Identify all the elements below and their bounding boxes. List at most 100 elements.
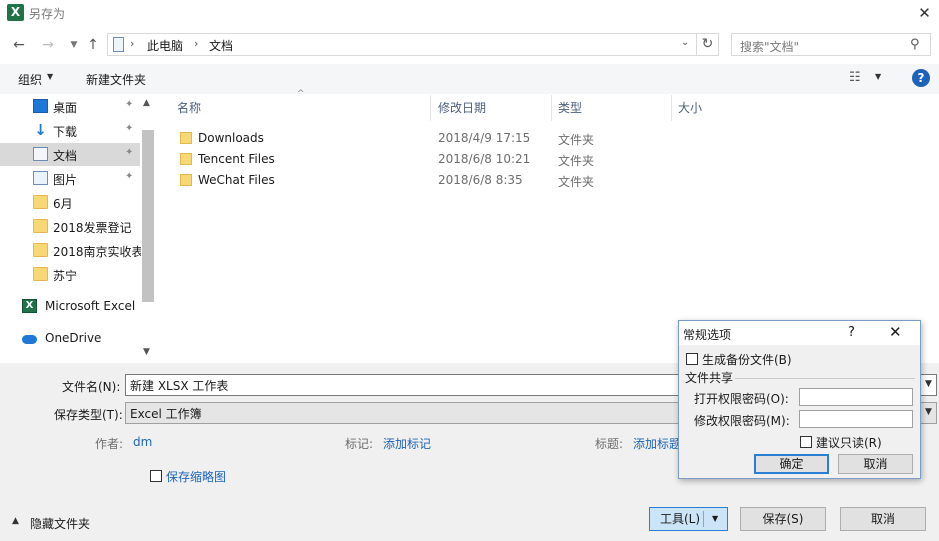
nav-item-folder-suning[interactable]: 苏宁 [0, 263, 140, 286]
title-bar: X 另存为 ✕ [0, 0, 939, 26]
close-icon[interactable]: ✕ [889, 323, 902, 341]
chevron-down-icon[interactable]: ▼ [925, 379, 932, 389]
nav-item-onedrive[interactable]: OneDrive [0, 327, 140, 350]
chevron-down-icon[interactable]: ▼ [925, 407, 932, 417]
recent-locations-chevron-icon[interactable]: ▼ [64, 35, 84, 55]
modify-password-input[interactable] [799, 410, 913, 428]
open-password-input[interactable] [799, 388, 913, 406]
folder-icon [180, 153, 192, 165]
nav-item-label: OneDrive [45, 331, 102, 345]
save-type-label: 保存类型(T): [54, 408, 123, 422]
help-icon[interactable]: ? [912, 69, 930, 87]
chevron-down-icon: ▼ [875, 72, 882, 81]
nav-item-pictures[interactable]: 图片 ✦ [0, 167, 140, 190]
file-sharing-group-label: 文件共享 [685, 371, 734, 385]
modify-password-label: 修改权限密码(M): [694, 414, 790, 428]
group-divider [735, 378, 915, 379]
cancel-button[interactable]: 取消 [840, 507, 926, 531]
breadcrumb-this-pc[interactable]: 此电脑 [147, 37, 183, 54]
read-only-recommended-checkbox[interactable] [800, 436, 812, 448]
read-only-recommended-label[interactable]: 建议只读(R) [816, 434, 882, 451]
general-options-dialog: 常规选项 ? ✕ 生成备份文件(B) 文件共享 打开权限密码(O): 修改权限密… [678, 320, 921, 479]
tools-button-label: 工具(L) [660, 512, 701, 526]
scrollbar-thumb[interactable] [142, 130, 154, 302]
scroll-up-arrow-icon[interactable]: ▲ [143, 98, 150, 108]
hide-folders-button[interactable]: 隐藏文件夹 [30, 515, 90, 532]
nav-item-folder-june[interactable]: 6月 [0, 191, 140, 214]
nav-item-documents[interactable]: 文档 ✦ [0, 143, 140, 166]
file-type: 文件夹 [558, 154, 595, 168]
tags-field[interactable]: 添加标记 [383, 435, 431, 452]
nav-item-folder-nanjing[interactable]: 2018南京实收表 [0, 239, 141, 262]
file-name: WeChat Files [198, 173, 275, 187]
organize-button[interactable]: 组织 [18, 71, 42, 88]
column-header-size[interactable]: 大小 [678, 95, 702, 121]
column-header-type[interactable]: 类型 [558, 95, 582, 121]
file-name: Downloads [198, 131, 264, 145]
folder-icon [33, 243, 48, 257]
navigation-pane[interactable]: 桌面 ✦ ↓ 下载 ✦ 文档 ✦ 图片 ✦ 6月 2018发票登记 2018南京… [0, 95, 155, 363]
nav-item-folder-invoice[interactable]: 2018发票登记 [0, 215, 140, 238]
refresh-icon[interactable]: ↻ [697, 33, 719, 56]
dialog-cancel-button[interactable]: 取消 [838, 454, 913, 474]
excel-icon: X [22, 299, 37, 313]
folder-icon [33, 219, 48, 233]
column-divider[interactable] [430, 95, 431, 121]
save-thumbnail-label[interactable]: 保存缩略图 [166, 468, 226, 485]
window-title: 另存为 [29, 7, 66, 21]
pin-icon: ✦ [125, 147, 134, 158]
nav-item-label: 6月 [53, 197, 73, 211]
onedrive-icon [22, 335, 37, 344]
author-field[interactable]: dm [133, 435, 152, 449]
nav-item-label: 苏宁 [53, 269, 78, 283]
back-arrow-icon[interactable]: ← [9, 35, 29, 55]
button-divider [703, 511, 704, 527]
filename-label: 文件名(N): [62, 380, 121, 394]
table-row[interactable]: WeChat Files 2018/6/8 8:35 文件夹 [177, 170, 677, 191]
open-password-label: 打开权限密码(O): [694, 392, 789, 406]
address-bar[interactable]: › 此电脑 › 文档 ⌄ [107, 33, 697, 56]
chevron-up-icon[interactable]: ▲ [12, 516, 19, 526]
folder-icon [180, 132, 192, 144]
breadcrumb-separator-icon[interactable]: › [130, 37, 134, 50]
table-row[interactable]: Downloads 2018/4/9 17:15 文件夹 [177, 128, 677, 149]
column-header-date[interactable]: 修改日期 [438, 95, 486, 121]
help-icon[interactable]: ? [848, 325, 855, 340]
backup-file-label[interactable]: 生成备份文件(B) [702, 351, 792, 368]
file-date: 2018/6/8 8:35 [438, 173, 523, 187]
column-divider[interactable] [671, 95, 672, 121]
this-pc-icon [113, 37, 124, 52]
search-input[interactable]: 搜索"文档" ⚲ [731, 33, 931, 56]
table-row[interactable]: Tencent Files 2018/6/8 10:21 文件夹 [177, 149, 677, 170]
save-button[interactable]: 保存(S) [740, 507, 826, 531]
column-header-name[interactable]: 名称 [177, 95, 201, 121]
pin-icon: ✦ [125, 99, 134, 110]
scroll-down-arrow-icon[interactable]: ▼ [143, 347, 150, 357]
title-field[interactable]: 添加标题 [633, 435, 681, 452]
nav-item-label: 2018南京实收表 [53, 245, 141, 259]
save-thumbnail-checkbox[interactable] [150, 470, 162, 482]
nav-item-downloads[interactable]: ↓ 下载 ✦ [0, 119, 140, 142]
dialog-title-bar: 常规选项 ? ✕ [679, 321, 920, 345]
ok-button[interactable]: 确定 [754, 454, 829, 474]
chevron-down-icon[interactable]: ▼ [47, 72, 53, 81]
nav-item-microsoft-excel[interactable]: X Microsoft Excel [0, 295, 140, 318]
file-name: Tencent Files [198, 152, 275, 166]
new-folder-button[interactable]: 新建文件夹 [86, 71, 146, 88]
chevron-down-icon[interactable]: ⌄ [681, 37, 689, 48]
close-icon[interactable]: ✕ [910, 0, 939, 26]
nav-item-desktop[interactable]: 桌面 ✦ [0, 95, 140, 118]
chevron-down-icon[interactable]: ▼ [712, 508, 718, 530]
breadcrumb-documents[interactable]: 文档 [209, 37, 233, 54]
up-arrow-icon[interactable]: ↑ [83, 35, 103, 55]
download-icon: ↓ [34, 121, 47, 139]
document-icon [33, 147, 48, 161]
view-options-button[interactable]: ☷ ▼ [849, 70, 889, 88]
column-divider[interactable] [551, 95, 552, 121]
nav-item-label: 2018发票登记 [53, 221, 132, 235]
tools-button[interactable]: 工具(L) ▼ [649, 507, 728, 531]
breadcrumb-separator-icon[interactable]: › [194, 37, 198, 50]
backup-file-checkbox[interactable] [686, 353, 698, 365]
sort-ascending-icon: ^ [297, 89, 305, 99]
forward-arrow-icon[interactable]: → [38, 35, 58, 55]
